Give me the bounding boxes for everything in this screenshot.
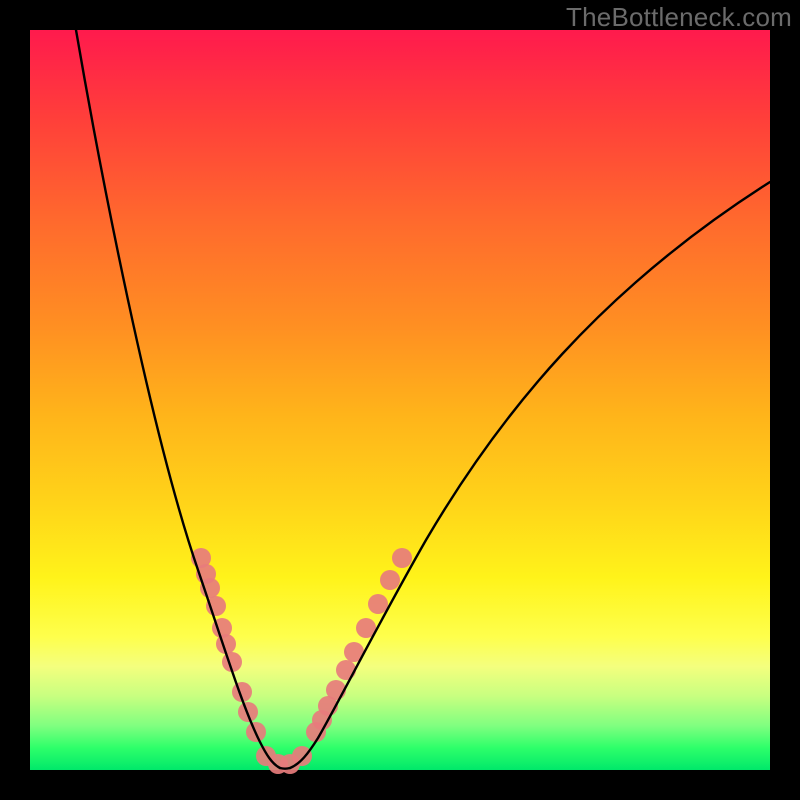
curve-right <box>290 182 770 768</box>
curve-bottom <box>280 768 290 769</box>
data-dot-bottom <box>292 746 312 766</box>
data-dot-right <box>368 594 388 614</box>
data-dot-right <box>336 660 356 680</box>
chart-frame: TheBottleneck.com <box>0 0 800 800</box>
data-dot-right <box>392 548 412 568</box>
curve-group <box>76 30 770 769</box>
dot-group <box>191 548 412 774</box>
data-dot-right <box>380 570 400 590</box>
plot-area <box>30 30 770 770</box>
curve-left <box>76 30 280 768</box>
chart-svg <box>30 30 770 770</box>
watermark-text: TheBottleneck.com <box>566 2 792 33</box>
